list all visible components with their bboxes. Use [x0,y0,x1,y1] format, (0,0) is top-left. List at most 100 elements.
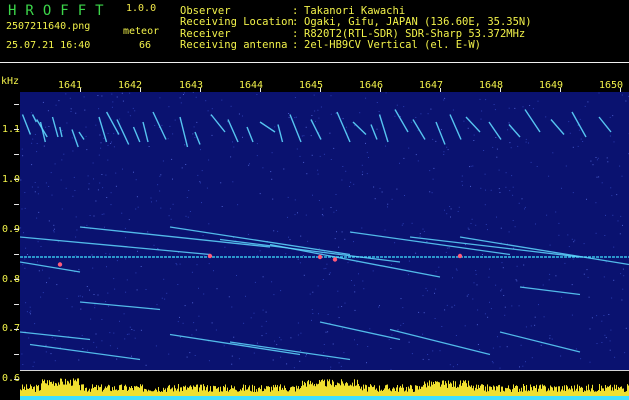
echo-peak [332,257,338,262]
noise-bar [479,387,480,396]
noise-bar [315,386,316,396]
noise-bar [184,386,185,396]
noise-bar [30,384,31,396]
noise-bar [45,383,46,396]
noise-bar [461,385,462,396]
noise-bar [255,392,256,396]
noise-bar [101,384,102,396]
noise-bar [619,388,620,396]
noise-bar [553,390,554,396]
freq-tick [14,354,19,355]
noise-bar [540,384,541,396]
noise-bar [349,385,350,396]
noise-bar [186,389,187,396]
noise-bar [455,381,456,396]
noise-bar [210,386,211,396]
noise-bar [240,389,241,396]
noise-bar [367,391,368,396]
noise-bar [64,384,65,396]
noise-bar [513,384,514,396]
noise-bar [489,386,490,396]
noise-bar [283,389,284,396]
noise-bar [499,384,500,396]
echo-peak [317,254,323,260]
antenna-colon: : [292,39,299,51]
meteor-count: 66 [139,40,152,51]
noise-bar [147,391,148,396]
datetime: 25.07.21 16:40 [6,40,91,51]
noise-bar [508,385,509,396]
noise-bar [33,386,34,396]
noise-bar [356,385,357,396]
noise-bar [114,386,115,396]
receiver-label: Receiver [180,28,231,40]
noise-bar [609,385,610,396]
app-version: 1.0.0 [126,3,157,14]
meteor-echo [20,331,91,341]
noise-bar [418,389,419,396]
noise-bar [235,389,236,396]
noise-bar [144,388,145,396]
noise-bar [332,379,333,396]
noise-bar [601,385,602,396]
unit-label: kHz [1,76,20,87]
noise-bar [267,386,268,396]
noise-bar [162,391,163,396]
noise-bar [317,384,318,396]
noise-bar [339,383,340,396]
noise-bar [404,391,405,396]
noise-bar [492,389,493,396]
noise-bar [90,391,91,396]
noise-bar [584,390,585,396]
noise-bar [547,390,548,396]
noise-bar [27,388,28,396]
noise-bar [414,391,415,396]
noise-bar [324,379,325,396]
noise-bar [49,380,50,396]
noise-bar [58,382,59,396]
noise-bar [294,387,295,396]
noise-bar [118,390,119,396]
noise-bar [195,386,196,396]
noise-bar [490,386,491,396]
noise-bar [327,379,328,396]
meteor-echo [21,114,32,135]
noise-bar [123,390,124,396]
noise-bar [561,389,562,396]
noise-bar [157,391,158,396]
noise-bar [403,387,404,396]
noise-bar [563,390,564,396]
noise-bar [449,383,450,396]
noise-bar [427,382,428,396]
noise-bar [243,384,244,396]
noise-bar [151,391,152,396]
noise-bar [192,389,193,396]
noise-bar [551,386,552,396]
noise-level-band [20,371,629,400]
noise-bar [611,390,612,396]
noise-bar [378,391,379,396]
noise-bar [352,382,353,396]
noise-bar [566,385,567,396]
noise-bar [278,391,279,396]
noise-bar [538,388,539,396]
noise-bar [463,380,464,396]
meteor-echo [105,111,120,135]
noise-bar [590,391,591,396]
noise-bar [310,380,311,396]
noise-bar [503,390,504,396]
noise-bar [608,386,609,396]
noise-bar [57,385,58,396]
noise-bar [36,384,37,396]
noise-bar [302,380,303,396]
noise-bar [219,391,220,396]
noise-bar [470,386,471,396]
noise-bar [369,387,370,396]
noise-bar [282,387,283,396]
noise-bar [268,386,269,396]
antenna-label: Receiving antenna [180,39,288,51]
noise-bar [142,384,143,396]
noise-bar [72,385,73,396]
noise-bar [371,385,372,396]
noise-bar [354,379,355,396]
